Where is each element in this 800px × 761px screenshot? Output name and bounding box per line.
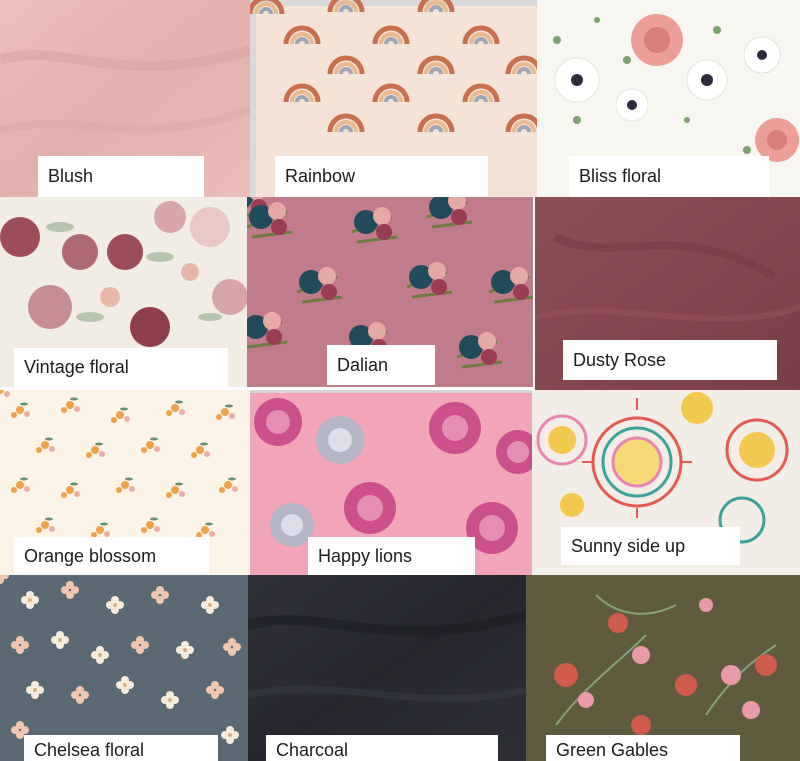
swatch-label: Bliss floral: [569, 156, 769, 197]
swatch-orange-blossom[interactable]: Orange blossom: [0, 390, 250, 575]
swatch-green-gables[interactable]: Green Gables: [526, 575, 800, 761]
swatch-chelsea-floral[interactable]: Chelsea floral: [0, 575, 248, 761]
swatch-label: Green Gables: [546, 735, 740, 761]
swatch-label: Happy lions: [308, 537, 475, 575]
swatch-vintage-floral[interactable]: Vintage floral: [0, 197, 247, 387]
swatch-dalian[interactable]: Dalian: [247, 197, 533, 387]
swatch-label: Blush: [38, 156, 204, 197]
swatch-label: Dalian: [327, 345, 435, 385]
swatch-charcoal[interactable]: Charcoal: [248, 575, 526, 761]
swatch-blush[interactable]: Blush: [0, 0, 250, 197]
swatch-label: Rainbow: [275, 156, 488, 197]
swatch-label: Charcoal: [266, 735, 498, 761]
swatch-label: Dusty Rose: [563, 340, 777, 380]
swatch-happy-lions[interactable]: Happy lions: [250, 390, 532, 575]
swatch-label: Sunny side up: [561, 527, 740, 565]
chelsea-floral-fabric-image: [0, 575, 248, 761]
swatch-dusty-rose[interactable]: Dusty Rose: [535, 197, 800, 390]
swatch-label: Vintage floral: [14, 348, 228, 387]
swatch-sunny-side-up[interactable]: Sunny side up: [532, 390, 800, 575]
swatch-label: Orange blossom: [14, 537, 209, 575]
swatch-label: Chelsea floral: [24, 735, 218, 761]
swatch-bliss-floral[interactable]: Bliss floral: [537, 0, 800, 197]
green-gables-fabric-image: [526, 575, 800, 761]
charcoal-fabric-image: [248, 575, 526, 761]
swatch-rainbow[interactable]: Rainbow: [250, 0, 537, 197]
